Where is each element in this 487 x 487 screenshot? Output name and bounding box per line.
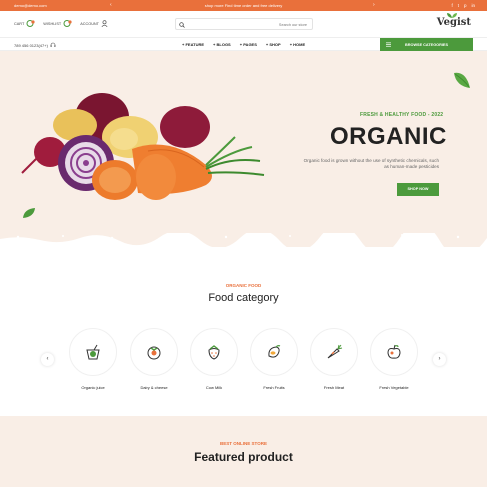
logo-text: Vegist [436,17,471,28]
site-logo[interactable]: Vegist [436,13,471,28]
category-item-cow-milk[interactable]: Cow Milk [189,328,239,390]
category-label: Fresh Fruits [263,385,285,390]
category-title: Food category [208,292,279,304]
pinterest-icon[interactable]: p [464,3,467,8]
juice-icon [86,344,100,360]
phone-text: 789 456 0123(47+) [14,42,48,48]
category-item-fresh-fruits[interactable]: Fresh Fruits [249,328,299,390]
category-circle [370,328,418,376]
leaf-decoration-icon [454,72,470,88]
heart-icon [63,20,72,27]
menu-item-feature[interactable]: + FEATURE [182,42,204,47]
category-circle [310,328,358,376]
category-label: Fresh Meat [323,385,345,390]
top-promo-bar: demo@demo.com ‹ shop more Find time orde… [0,0,487,11]
category-tagline: ORGANIC FOOD [225,283,262,288]
hero-title: ORGANIC [330,123,447,150]
carrot-icon [327,344,343,359]
twitter-icon[interactable]: t [458,3,459,8]
shop-now-button[interactable]: SHOP NOW [397,183,439,196]
menu-item-pages[interactable]: + PAGES [240,42,257,47]
category-circle [130,328,178,376]
tomato-icon [147,346,161,360]
hero-bottom-texture [0,233,487,247]
featured-tagline: BEST ONLINE STORE [220,441,267,446]
category-circle [190,328,238,376]
category-next-button[interactable]: › [433,353,446,366]
hero-tagline: FRESH & HEALTHY FOOD - 2022 [360,112,444,118]
vegetables-image [21,93,265,200]
category-label: Dairy & cheese [140,385,168,390]
menu-item-shop[interactable]: + SHOP [266,42,281,47]
apple-icon [387,344,401,359]
browse-categories-button[interactable]: BROWSE CATEGORIES [380,38,473,51]
mango-icon [268,345,281,358]
menu-item-blogs[interactable]: + BLOGS [213,42,231,47]
category-prev-button[interactable]: ‹ [41,353,54,366]
category-item-dairy-cheese[interactable]: Dairy & cheese [129,328,179,390]
site-header: CART WISHLIST ACCOUNT Search our store V… [0,11,487,38]
category-label: Organic juice [81,385,105,390]
hero-description: Organic food is grown without the use of… [303,158,439,169]
main-menu: + FEATURE + BLOGS + PAGES + SHOP + HOME [182,42,305,47]
logo-leaf-icon [446,13,457,18]
account-link[interactable]: ACCOUNT [80,20,108,27]
user-icon [101,20,108,27]
category-circle [69,328,117,376]
promo-text: shop more Find time order and free deliv… [204,3,283,8]
header-links: CART WISHLIST ACCOUNT [14,20,108,27]
search-icon[interactable] [179,21,185,28]
linkedin-icon[interactable]: in [471,3,475,8]
category-circle [250,328,298,376]
menu-item-home[interactable]: + HOME [290,42,305,47]
cart-link[interactable]: CART [14,20,35,27]
headset-icon [50,42,56,47]
social-links: f t p in [451,3,475,8]
phone-number: 789 456 0123(47+) [14,42,56,48]
category-label: Cow Milk [205,385,223,390]
featured-section: BEST ONLINE STORE Featured product [0,416,487,487]
account-label: ACCOUNT [80,21,99,26]
category-item-fresh-vegetable[interactable]: Fresh Vegetable [369,328,419,390]
cart-label: CART [14,21,25,26]
wishlist-label: WISHLIST [43,21,62,26]
leaf-decoration-icon [23,208,35,218]
strawberry-icon [208,345,220,360]
wishlist-link[interactable]: WISHLIST [43,20,72,27]
promo-next-arrow[interactable]: › [373,2,375,8]
facebook-icon[interactable]: f [451,3,452,8]
browse-categories-label: BROWSE CATEGORIES [405,42,448,47]
featured-title: Featured product [194,450,293,464]
category-item-organic-juice[interactable]: Organic juice [68,328,118,390]
search-input[interactable]: Search our store [175,18,313,30]
category-item-fresh-meat[interactable]: Fresh Meat [309,328,359,390]
cart-icon [26,20,35,27]
hero-banner: FRESH & HEALTHY FOOD - 2022 ORGANIC Orga… [0,51,487,247]
category-label: Fresh Vegetable [379,385,409,390]
search-placeholder: Search our store [278,22,307,27]
